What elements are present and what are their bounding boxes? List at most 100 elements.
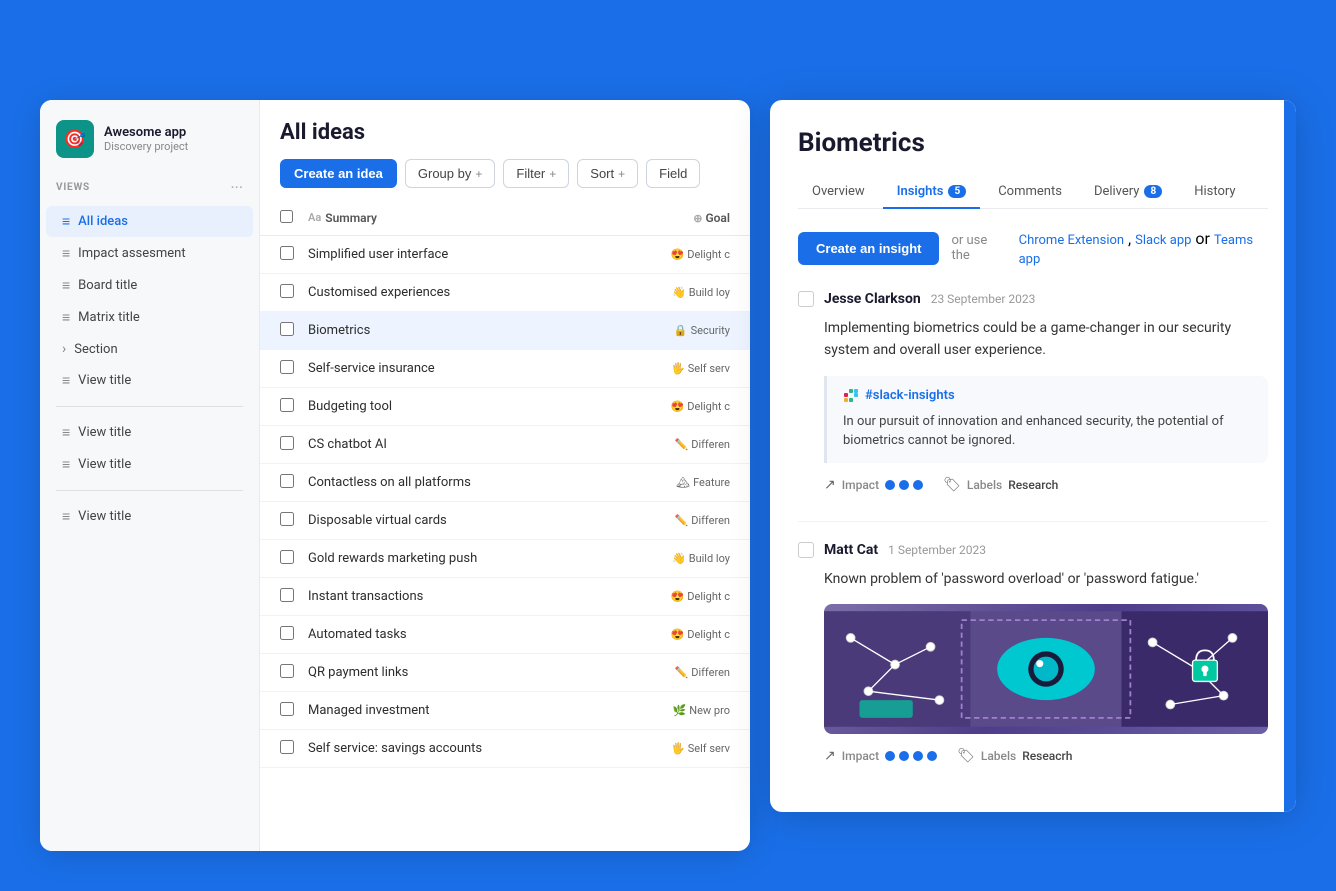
sidebar-divider-1	[56, 406, 243, 407]
row-checkbox[interactable]	[280, 322, 294, 336]
row-checkbox[interactable]	[280, 360, 294, 374]
row-checkbox-container	[280, 511, 308, 530]
tab-comments[interactable]: Comments	[984, 176, 1076, 209]
goal-emoji: 😍	[671, 400, 685, 413]
sidebar-item-label: All ideas	[78, 214, 128, 229]
row-checkbox[interactable]	[280, 474, 294, 488]
row-checkbox[interactable]	[280, 398, 294, 412]
goal-emoji: ✏️	[675, 666, 689, 679]
row-checkbox-container	[280, 625, 308, 644]
tab-history[interactable]: History	[1180, 176, 1249, 209]
impact-dot	[913, 751, 923, 761]
goal-badge: 🔒 Security	[674, 324, 730, 337]
table-row[interactable]: Budgeting tool 😍 Delight c	[260, 388, 750, 426]
tab-delivery[interactable]: Delivery 8	[1080, 176, 1176, 209]
sidebar-item-section[interactable]: › Section	[46, 334, 253, 364]
row-checkbox[interactable]	[280, 512, 294, 526]
fields-button[interactable]: Field	[646, 159, 700, 188]
table-row[interactable]: Simplified user interface 😍 Delight c	[260, 236, 750, 274]
row-checkbox[interactable]	[280, 588, 294, 602]
row-checkbox[interactable]	[280, 626, 294, 640]
sidebar-item-view-title-1[interactable]: ≡ View title	[46, 365, 253, 396]
goal-emoji: 🖐	[671, 362, 685, 375]
row-summary: Disposable virtual cards	[308, 513, 630, 528]
impact-trend-icon: ↗	[824, 748, 836, 764]
table-row[interactable]: Self-service insurance 🖐 Self serv	[260, 350, 750, 388]
chrome-extension-link[interactable]: Chrome Extension	[1019, 233, 1124, 248]
row-checkbox-container	[280, 245, 308, 264]
row-goal: 🖐 Self serv	[630, 362, 730, 375]
table-row[interactable]: Contactless on all platforms 🏔 Feature	[260, 464, 750, 502]
goal-text: Differen	[691, 666, 730, 679]
table-row[interactable]: Automated tasks 😍 Delight c	[260, 616, 750, 654]
create-insight-button[interactable]: Create an insight	[798, 232, 939, 265]
insight-checkbox-1[interactable]	[798, 291, 814, 307]
row-checkbox-container	[280, 435, 308, 454]
ideas-header: All ideas Create an idea Group by + Filt…	[260, 100, 750, 188]
table-row[interactable]: Customised experiences 👋 Build loy	[260, 274, 750, 312]
sidebar-item-view-title-4[interactable]: ≡ View title	[46, 501, 253, 532]
sidebar-item-label: Matrix title	[78, 310, 140, 325]
row-checkbox[interactable]	[280, 702, 294, 716]
select-all-checkbox[interactable]	[280, 210, 293, 223]
impact-row-2: ↗ Impact 🏷 Labels Reseacrh	[798, 748, 1268, 764]
labels-label: Labels	[981, 749, 1016, 763]
row-goal: 😍 Delight c	[630, 590, 730, 603]
table-row[interactable]: Instant transactions 😍 Delight c	[260, 578, 750, 616]
goal-text: Self serv	[688, 362, 730, 375]
labels-label: Labels	[967, 478, 1002, 492]
table-row[interactable]: CS chatbot AI ✏️ Differen	[260, 426, 750, 464]
row-checkbox[interactable]	[280, 550, 294, 564]
row-summary: Contactless on all platforms	[308, 475, 630, 490]
filter-button[interactable]: Filter +	[503, 159, 569, 188]
table-row[interactable]: Disposable virtual cards ✏️ Differen	[260, 502, 750, 540]
impact-dot	[927, 751, 937, 761]
create-idea-button[interactable]: Create an idea	[280, 159, 397, 188]
impact-trend-icon: ↗	[824, 477, 836, 493]
row-checkbox[interactable]	[280, 740, 294, 754]
goal-text: Differen	[691, 514, 730, 527]
row-goal: ✏️ Differen	[630, 514, 730, 527]
row-summary: Biometrics	[308, 323, 630, 338]
sidebar-item-view-title-2[interactable]: ≡ View title	[46, 417, 253, 448]
sort-button[interactable]: Sort +	[577, 159, 638, 188]
slack-app-link[interactable]: Slack app	[1135, 233, 1191, 248]
views-menu-icon[interactable]: ···	[230, 178, 243, 197]
tab-insights[interactable]: Insights 5	[883, 176, 981, 209]
row-goal: 🏔 Feature	[630, 476, 730, 489]
row-checkbox[interactable]	[280, 436, 294, 450]
group-by-button[interactable]: Group by +	[405, 159, 496, 188]
slack-channel[interactable]: #slack-insights	[865, 388, 955, 403]
row-checkbox[interactable]	[280, 664, 294, 678]
sidebar-item-all-ideas[interactable]: ≡ All ideas	[46, 206, 253, 237]
blue-scroll-bar[interactable]	[1284, 100, 1296, 812]
row-checkbox[interactable]	[280, 284, 294, 298]
list-icon: ≡	[62, 213, 70, 230]
insight-links: Chrome Extension , Slack app or Teams ap…	[1019, 229, 1268, 267]
impact-dot	[885, 480, 895, 490]
sidebar-item-impact-assessment[interactable]: ≡ Impact assesment	[46, 238, 253, 269]
sidebar-item-view-title-3[interactable]: ≡ View title	[46, 449, 253, 480]
row-checkbox[interactable]	[280, 246, 294, 260]
app-icon: 🎯	[56, 120, 94, 158]
sidebar-item-matrix-title[interactable]: ≡ Matrix title	[46, 302, 253, 333]
table-row[interactable]: Gold rewards marketing push 👋 Build loy	[260, 540, 750, 578]
sidebar-item-board-title[interactable]: ≡ Board title	[46, 270, 253, 301]
insight-checkbox-2[interactable]	[798, 542, 814, 558]
goal-badge: 🖐 Self serv	[671, 742, 730, 755]
impact-section-2: ↗ Impact	[824, 748, 937, 764]
labels-section-1: 🏷 Labels Research	[943, 477, 1058, 493]
impact-dot	[913, 480, 923, 490]
row-checkbox-container	[280, 587, 308, 606]
goal-badge: 😍 Delight c	[671, 248, 730, 261]
goal-emoji: 😍	[671, 628, 685, 641]
table-row[interactable]: QR payment links ✏️ Differen	[260, 654, 750, 692]
table-row[interactable]: Managed investment 🌿 New pro	[260, 692, 750, 730]
tab-overview[interactable]: Overview	[798, 176, 879, 209]
main-wrapper: 🎯 Awesome app Discovery project VIEWS ··…	[40, 100, 1296, 851]
table-row[interactable]: Self service: savings accounts 🖐 Self se…	[260, 730, 750, 768]
insight-card-header-1: Jesse Clarkson 23 September 2023	[798, 291, 1268, 307]
insight-date-1: 23 September 2023	[931, 292, 1036, 306]
plus-icon: +	[618, 167, 625, 181]
table-row-biometrics[interactable]: Biometrics 🔒 Security	[260, 312, 750, 350]
